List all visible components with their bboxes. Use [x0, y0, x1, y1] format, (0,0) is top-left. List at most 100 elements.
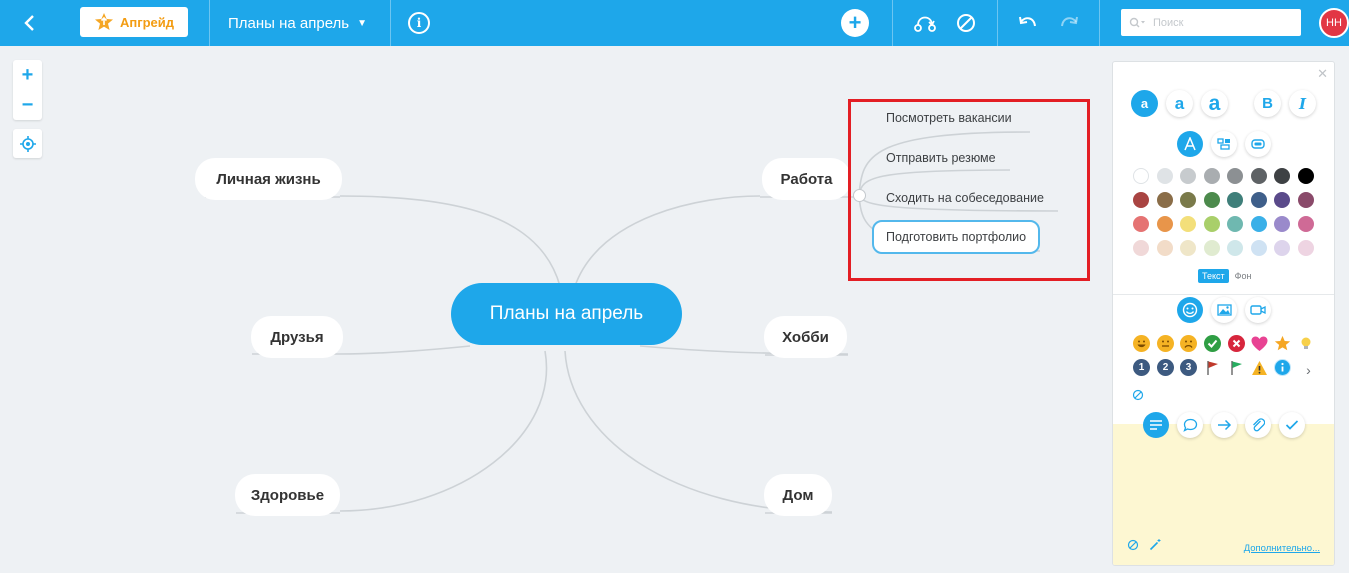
color-target-toggle: Текст Фон: [1198, 268, 1258, 283]
color-swatch[interactable]: [1133, 192, 1149, 208]
color-swatch[interactable]: [1274, 216, 1290, 232]
color-swatch[interactable]: [1227, 240, 1243, 256]
chevron-right-icon[interactable]: ›: [1300, 361, 1317, 378]
color-swatch[interactable]: [1274, 192, 1290, 208]
smile-big-icon[interactable]: [1133, 335, 1150, 352]
tab-background[interactable]: Фон: [1229, 269, 1258, 283]
clear-icons-icon[interactable]: [1129, 386, 1146, 403]
color-swatch[interactable]: [1180, 168, 1196, 184]
smile-icon: [1182, 302, 1198, 318]
border-icon: [1251, 139, 1265, 149]
italic-button[interactable]: I: [1289, 90, 1316, 117]
star-rating-icon[interactable]: [1274, 335, 1291, 352]
border-style-button[interactable]: [1245, 131, 1271, 157]
color-swatch[interactable]: [1250, 240, 1267, 256]
branch-friends[interactable]: Друзья: [251, 316, 343, 358]
clear-style-icon[interactable]: [1127, 539, 1139, 554]
color-swatch[interactable]: [1250, 216, 1267, 232]
color-swatch[interactable]: [1250, 192, 1267, 208]
color-swatch[interactable]: [1250, 168, 1267, 184]
notes-tab-button[interactable]: [1143, 412, 1169, 438]
back-button[interactable]: [10, 0, 48, 46]
color-swatch[interactable]: [1203, 192, 1220, 208]
color-swatch[interactable]: [1156, 240, 1173, 256]
shape-style-button[interactable]: [1211, 131, 1237, 157]
font-size-medium-button[interactable]: a: [1166, 90, 1193, 117]
color-swatch[interactable]: [1274, 240, 1290, 256]
upgrade-button[interactable]: Апгрейд: [80, 7, 188, 37]
color-swatch[interactable]: [1227, 168, 1243, 184]
priority-2-icon[interactable]: 2: [1157, 359, 1174, 376]
color-swatch[interactable]: [1203, 240, 1220, 256]
color-swatch[interactable]: [1156, 192, 1173, 208]
close-icon[interactable]: ✕: [1317, 66, 1328, 82]
video-tab-button[interactable]: [1245, 297, 1271, 323]
more-options-link[interactable]: Дополнительно...: [1244, 543, 1320, 554]
video-icon: [1250, 305, 1266, 315]
add-topic-button[interactable]: +: [841, 9, 869, 37]
info-icon[interactable]: i: [408, 12, 430, 34]
avatar[interactable]: НН: [1319, 8, 1349, 38]
color-swatch[interactable]: [1133, 216, 1149, 232]
pen-icon: [1184, 137, 1196, 151]
map-title-dropdown[interactable]: Планы на апрель ▼: [228, 0, 367, 46]
color-swatch[interactable]: [1274, 168, 1290, 184]
redo-icon[interactable]: [1057, 11, 1081, 35]
color-swatch[interactable]: [1297, 240, 1314, 256]
cross-icon[interactable]: [1228, 335, 1245, 352]
no-style-icon[interactable]: [954, 11, 978, 35]
divider: [1113, 294, 1334, 295]
font-size-large-button[interactable]: a: [1201, 90, 1228, 117]
priority-1-icon[interactable]: 1: [1133, 359, 1150, 376]
color-swatch[interactable]: [1180, 216, 1196, 232]
color-swatch[interactable]: [1227, 192, 1243, 208]
heart-icon[interactable]: [1251, 335, 1268, 352]
checkmark-icon: [1285, 420, 1299, 430]
branch-home[interactable]: Дом: [764, 474, 832, 516]
branch-work[interactable]: Работа: [762, 158, 851, 200]
color-swatch[interactable]: [1133, 168, 1149, 184]
color-swatch[interactable]: [1297, 168, 1314, 184]
warning-icon[interactable]: [1251, 359, 1268, 376]
green-flag-icon[interactable]: [1228, 359, 1245, 376]
magic-wand-icon[interactable]: [1149, 538, 1162, 554]
relation-icon[interactable]: [913, 11, 937, 35]
color-swatch[interactable]: [1156, 168, 1173, 184]
check-icon[interactable]: [1204, 335, 1221, 352]
image-tab-button[interactable]: [1211, 297, 1237, 323]
color-swatch[interactable]: [1180, 240, 1196, 256]
emoji-tab-button[interactable]: [1177, 297, 1203, 323]
branch-personal-life[interactable]: Личная жизнь: [195, 158, 342, 200]
attachment-tab-button[interactable]: [1245, 412, 1271, 438]
sad-face-icon[interactable]: [1180, 335, 1197, 352]
branch-health[interactable]: Здоровье: [235, 474, 340, 516]
priority-3-icon[interactable]: 3: [1180, 359, 1197, 376]
branch-hobby[interactable]: Хобби: [764, 316, 847, 358]
separator: [390, 0, 391, 46]
tab-text[interactable]: Текст: [1198, 268, 1229, 283]
link-tab-button[interactable]: [1211, 412, 1237, 438]
color-swatch[interactable]: [1227, 216, 1243, 232]
color-swatch[interactable]: [1156, 216, 1173, 232]
lines-icon: [1150, 420, 1162, 430]
color-swatch[interactable]: [1133, 240, 1149, 256]
color-swatch[interactable]: [1180, 192, 1196, 208]
red-flag-icon[interactable]: [1204, 359, 1221, 376]
map-title: Планы на апрель: [228, 14, 350, 32]
color-swatch[interactable]: [1297, 192, 1314, 208]
font-size-small-button[interactable]: a: [1131, 90, 1158, 117]
neutral-face-icon[interactable]: [1157, 335, 1174, 352]
comment-icon: [1182, 418, 1197, 432]
color-swatch[interactable]: [1203, 216, 1220, 232]
comment-tab-button[interactable]: [1177, 412, 1203, 438]
info-circle-icon[interactable]: [1274, 359, 1291, 376]
undo-icon[interactable]: [1016, 11, 1040, 35]
task-tab-button[interactable]: [1279, 412, 1305, 438]
lightbulb-icon[interactable]: [1297, 335, 1314, 352]
color-swatch[interactable]: [1203, 168, 1220, 184]
central-topic[interactable]: Планы на апрель: [451, 283, 682, 345]
bold-button[interactable]: B: [1254, 90, 1281, 117]
search-input[interactable]: Поиск: [1121, 9, 1301, 36]
color-swatch[interactable]: [1297, 216, 1314, 232]
text-color-mode-button[interactable]: [1177, 131, 1203, 157]
